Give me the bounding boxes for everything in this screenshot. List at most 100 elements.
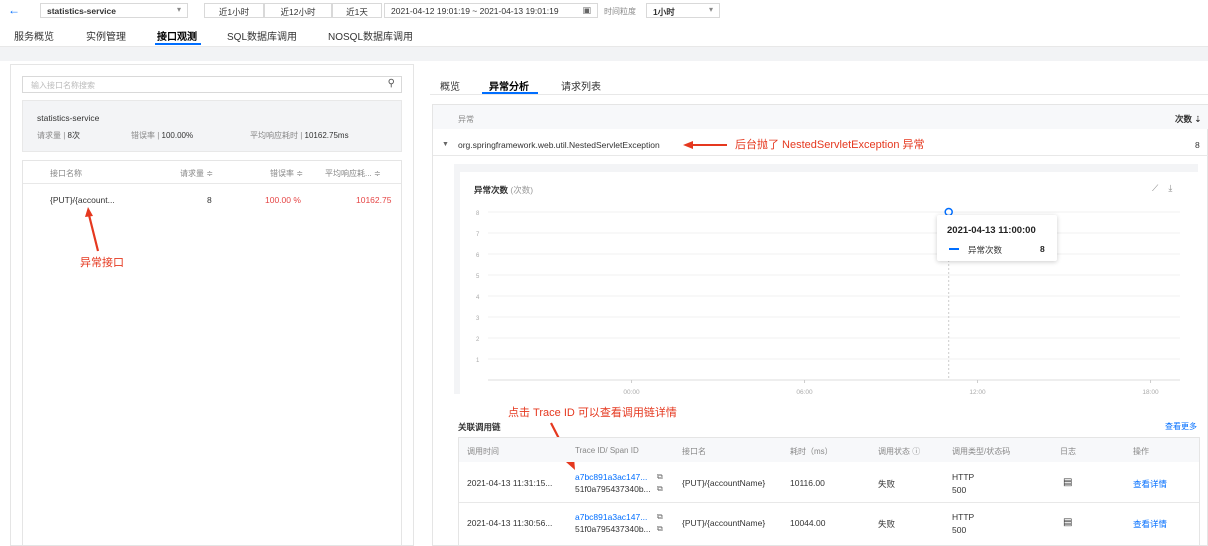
tooltip-series-label: 异常次数	[968, 245, 1003, 255]
y-tick-label: 7	[476, 232, 480, 238]
log-icon[interactable]: ▤	[1063, 517, 1072, 528]
view-more-link[interactable]: 查看更多	[1165, 421, 1197, 432]
col-log: 日志	[1060, 447, 1076, 456]
copy-icon[interactable]: ⧉	[657, 524, 663, 534]
annotation-arrow-left	[683, 141, 727, 149]
divider	[430, 94, 1208, 95]
trace-row-type: HTTP	[952, 472, 975, 482]
tab-exception-analysis[interactable]: 异常分析	[489, 78, 529, 93]
trace-row-api: {PUT}/{accountName}	[682, 518, 766, 528]
annotation-exception-interface: 异常接口	[80, 257, 124, 269]
service-select[interactable]: statistics-service ▾	[40, 3, 188, 18]
col-action: 操作	[1133, 447, 1149, 456]
y-tick-label: 3	[476, 316, 480, 322]
granularity-select[interactable]: 1小时 ▾	[646, 3, 720, 18]
trace-row-api: {PUT}/{accountName}	[682, 478, 766, 488]
trace-row-cost: 10044.00	[790, 518, 826, 528]
x-tick-label: 12:00	[969, 389, 986, 396]
col-call-time: 调用时间	[467, 447, 499, 456]
copy-icon[interactable]: ⧉	[657, 472, 663, 482]
page-background-strip	[0, 47, 1208, 61]
trace-row-status: 失败	[878, 519, 896, 529]
service-select-value: statistics-service	[47, 6, 116, 16]
trace-row-type: HTTP	[952, 512, 975, 522]
tab-overview[interactable]: 概览	[440, 78, 460, 93]
range-1d-button[interactable]: 近1天	[332, 3, 382, 18]
copy-icon[interactable]: ⧉	[657, 512, 663, 522]
tooltip-series-swatch	[949, 248, 959, 250]
span-id: 51f0a795437340b...	[575, 484, 651, 494]
y-tick-label: 8	[476, 211, 480, 217]
col-avg-latency[interactable]: 平均响应耗... ≑	[325, 168, 381, 179]
y-tick-label: 4	[476, 295, 480, 301]
copy-icon[interactable]: ⧉	[657, 484, 663, 494]
range-12h-button[interactable]: 近12小时	[264, 3, 332, 18]
tab-nosql-calls[interactable]: NOSQL数据库调用	[328, 28, 413, 43]
tab-sql-calls[interactable]: SQL数据库调用	[227, 28, 297, 43]
trace-row-status: 失败	[878, 479, 896, 489]
chevron-down-icon: ▾	[176, 5, 181, 14]
exception-count: 8	[1195, 140, 1200, 150]
divider	[433, 155, 1208, 156]
request-count-stat: 请求量 | 8次	[37, 131, 80, 140]
tooltip-time: 2021-04-13 11:00:00	[947, 225, 1036, 236]
annotation-arrow-up	[85, 207, 100, 252]
col-request-count[interactable]: 请求量 ≑	[180, 168, 213, 179]
back-arrow-icon[interactable]: ←	[8, 3, 20, 17]
col-exception: 异常	[458, 115, 474, 124]
table-row-latency: 10162.75	[356, 195, 392, 205]
tab-interface-observation[interactable]: 接口观测	[157, 28, 197, 43]
time-range-value: 2021-04-12 19:01:19 ~ 2021-04-13 19:01:1…	[391, 6, 559, 16]
chart-plot: 1 2 3 4 5 6 7 8 00:00 06:00 12:00 18:00	[476, 207, 1180, 396]
granularity-value: 1小时	[653, 7, 675, 17]
granularity-label: 时间粒度	[604, 7, 636, 16]
table-row-error-rate: 100.00 %	[265, 195, 301, 205]
search-placeholder: 输入接口名称搜索	[31, 81, 95, 90]
tab-instance-management[interactable]: 实例管理	[86, 28, 126, 43]
table-row-interface[interactable]: {PUT}/{account...	[50, 195, 115, 205]
y-tick-label: 2	[476, 337, 480, 343]
trace-row-code: 500	[952, 485, 967, 495]
search-icon[interactable]: ⚲	[388, 78, 395, 89]
time-range-picker[interactable]: 2021-04-12 19:01:19 ~ 2021-04-13 19:01:1…	[384, 3, 598, 18]
exception-name[interactable]: org.springframework.web.util.NestedServl…	[458, 140, 660, 150]
view-details-link[interactable]: 查看详情	[1133, 518, 1167, 530]
service-summary-card[interactable]	[22, 100, 402, 152]
tooltip-value: 8	[1040, 244, 1045, 254]
tab-service-overview[interactable]: 服务概览	[14, 28, 54, 43]
trace-row-code: 500	[952, 525, 967, 535]
expand-caret-icon[interactable]: ▼	[442, 141, 449, 148]
active-tab-indicator	[155, 43, 201, 45]
x-tick-label: 06:00	[796, 389, 813, 396]
log-icon[interactable]: ▤	[1063, 477, 1072, 488]
col-exception-count[interactable]: 次数 ⇣	[1175, 113, 1201, 125]
trace-id-link[interactable]: a7bc891a3ac147...	[575, 512, 647, 522]
trace-id-link[interactable]: a7bc891a3ac147...	[575, 472, 647, 482]
col-interface-name: 接口名称	[50, 169, 82, 178]
y-tick-label: 6	[476, 253, 480, 259]
calendar-icon: ▣	[582, 5, 591, 15]
interface-table	[22, 160, 402, 546]
x-tick-label: 00:00	[623, 389, 640, 396]
interface-search-input[interactable]: 输入接口名称搜索 ⚲	[22, 76, 402, 93]
col-error-rate[interactable]: 错误率 ≑	[270, 168, 303, 179]
y-tick-label: 1	[476, 358, 480, 364]
range-1h-button[interactable]: 近1小时	[204, 3, 264, 18]
divider	[23, 183, 401, 184]
divider	[459, 502, 1199, 503]
trace-row-cost: 10116.00	[790, 478, 825, 488]
col-call-status: 调用状态 ⓘ	[878, 447, 921, 456]
x-tick-label: 18:00	[1142, 389, 1159, 396]
trace-row-time: 2021-04-13 11:30:56...	[467, 518, 553, 528]
chevron-down-icon: ▾	[708, 5, 713, 14]
y-tick-label: 5	[476, 274, 480, 280]
linked-traces-title: 关联调用链	[458, 422, 501, 432]
table-row-requests: 8	[207, 195, 212, 205]
annotation-trace-id: 点击 Trace ID 可以查看调用链详情	[508, 407, 677, 419]
col-call-type: 调用类型/状态码	[952, 447, 1011, 456]
col-trace-span: Trace ID/ Span ID	[575, 446, 639, 455]
view-details-link[interactable]: 查看详情	[1133, 478, 1167, 490]
annotation-nested-exception: 后台抛了 NestedServletException 异常	[735, 139, 925, 151]
tab-request-list[interactable]: 请求列表	[561, 78, 601, 93]
trace-row-time: 2021-04-13 11:31:15...	[467, 478, 553, 488]
